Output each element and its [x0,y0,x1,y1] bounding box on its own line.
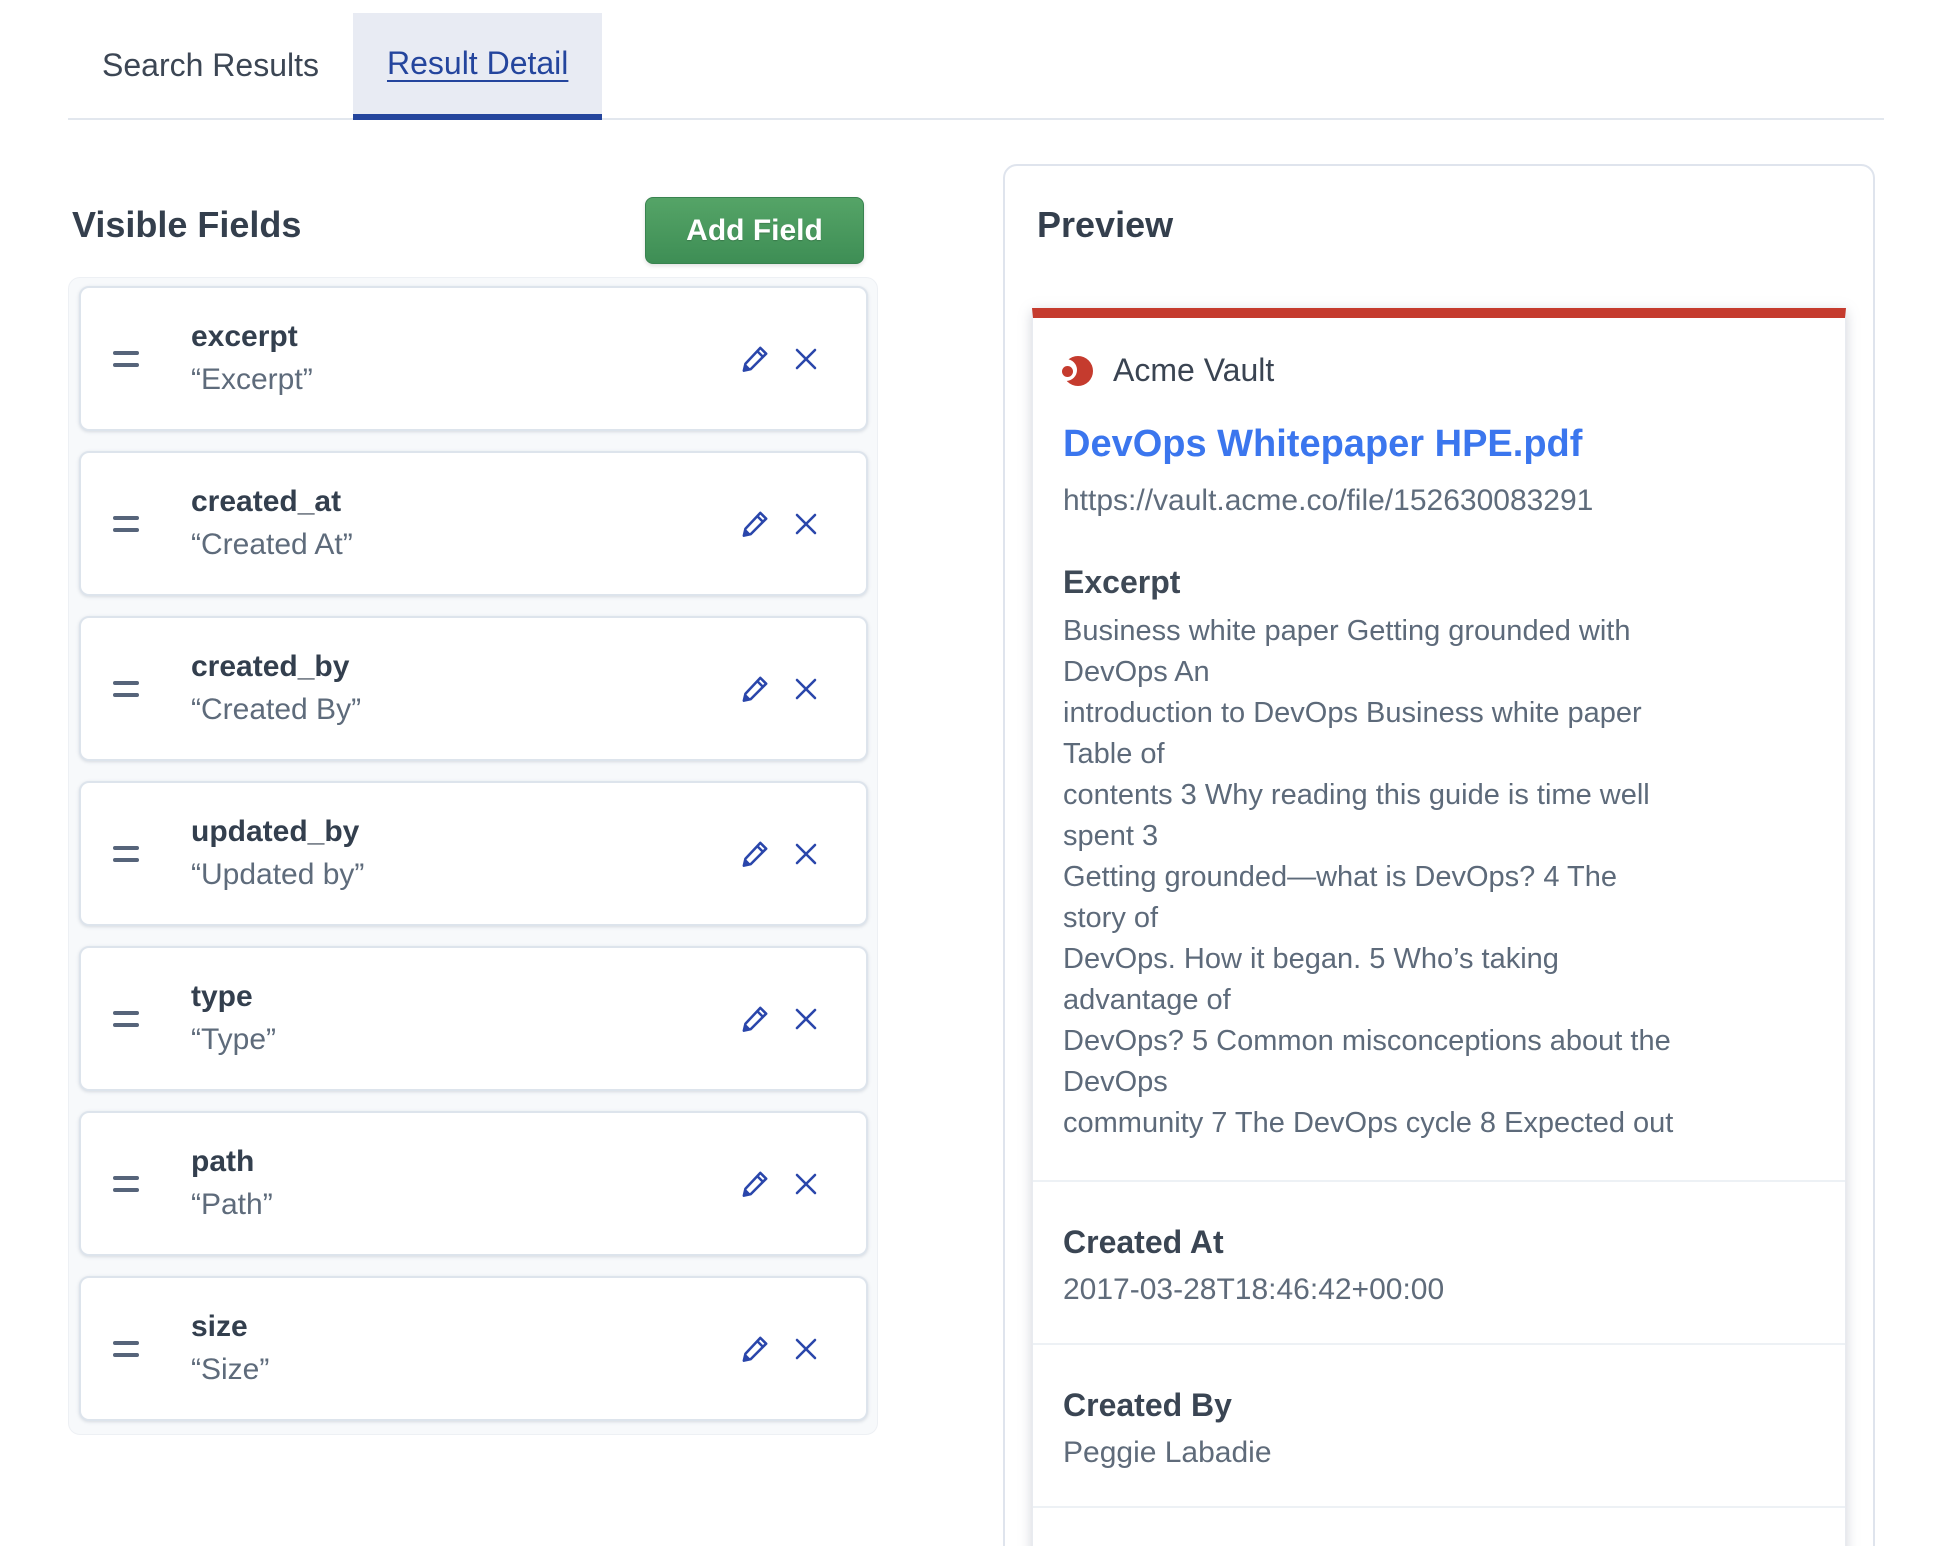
drag-handle-icon[interactable] [113,351,139,367]
close-icon [790,528,822,543]
remove-field-button[interactable] [790,1333,822,1365]
edit-field-button[interactable] [738,1002,772,1036]
meta-section-updated-by: Updated by Peggie Labadie [1063,1506,1815,1546]
preview-title: Preview [1037,204,1873,246]
divider [1033,1506,1845,1508]
meta-section-created-at: Created At 2017-03-28T18:46:42+00:00 [1063,1180,1815,1307]
close-icon [790,363,822,378]
close-icon [790,858,822,873]
pencil-icon [738,859,772,874]
preview-panel: Preview Acme Vault DevOps Whitepaper HPE… [1003,164,1875,1546]
pencil-icon [738,1354,772,1369]
field-text: created_at “Created At” [191,484,353,564]
field-text: updated_by “Updated by” [191,814,364,894]
field-label: “Updated by” [191,856,364,894]
field-name: created_by [191,649,361,685]
field-name: path [191,1144,273,1180]
divider [1033,1343,1845,1345]
remove-field-button[interactable] [790,1003,822,1035]
field-text: excerpt “Excerpt” [191,319,313,399]
field-label: “Path” [191,1186,273,1224]
pencil-icon [738,364,772,379]
field-card-size: size “Size” [79,1276,868,1421]
field-card-created-by: created_by “Created By” [79,616,868,761]
remove-field-button[interactable] [790,508,822,540]
edit-field-button[interactable] [738,342,772,376]
result-url: https://vault.acme.co/file/152630083291 [1063,484,1815,518]
field-card-excerpt: excerpt “Excerpt” [79,286,868,431]
field-name: excerpt [191,319,313,355]
result-preview-card: Acme Vault DevOps Whitepaper HPE.pdf htt… [1032,308,1846,1546]
meta-value: 2017-03-28T18:46:42+00:00 [1063,1273,1815,1307]
edit-field-button[interactable] [738,837,772,871]
drag-handle-icon[interactable] [113,1176,139,1192]
pencil-icon [738,1189,772,1204]
source-name: Acme Vault [1113,352,1274,389]
field-text: path “Path” [191,1144,273,1224]
meta-label: Created At [1063,1224,1815,1261]
pencil-icon [738,529,772,544]
tab-bar: Search Results Result Detail [68,13,1884,120]
pencil-icon [738,1024,772,1039]
field-text: size “Size” [191,1309,269,1389]
field-label: “Created At” [191,526,353,564]
field-name: type [191,979,276,1015]
drag-handle-icon[interactable] [113,1011,139,1027]
visible-fields-title: Visible Fields [72,204,301,246]
remove-field-button[interactable] [790,673,822,705]
field-card-type: type “Type” [79,946,868,1091]
close-icon [790,1353,822,1368]
meta-section-created-by: Created By Peggie Labadie [1063,1343,1815,1470]
field-name: updated_by [191,814,364,850]
tab-result-detail[interactable]: Result Detail [353,13,602,120]
meta-label: Created By [1063,1387,1815,1424]
acme-vault-logo-icon [1063,356,1093,386]
field-label: “Created By” [191,691,361,729]
excerpt-section-label: Excerpt [1063,564,1815,601]
remove-field-button[interactable] [790,343,822,375]
edit-field-button[interactable] [738,1167,772,1201]
field-card-path: path “Path” [79,1111,868,1256]
field-text: type “Type” [191,979,276,1059]
drag-handle-icon[interactable] [113,1341,139,1357]
field-label: “Type” [191,1021,276,1059]
add-field-button[interactable]: Add Field [645,197,864,264]
field-label: “Excerpt” [191,361,313,399]
edit-field-button[interactable] [738,507,772,541]
meta-value: Peggie Labadie [1063,1436,1815,1470]
source-row: Acme Vault [1063,352,1815,389]
field-card-updated-by: updated_by “Updated by” [79,781,868,926]
drag-handle-icon[interactable] [113,681,139,697]
drag-handle-icon[interactable] [113,846,139,862]
field-name: size [191,1309,269,1345]
edit-field-button[interactable] [738,672,772,706]
excerpt-text: Business white paper Getting grounded wi… [1063,611,1683,1144]
result-title-link[interactable]: DevOps Whitepaper HPE.pdf [1063,423,1815,466]
pencil-icon [738,694,772,709]
drag-handle-icon[interactable] [113,516,139,532]
remove-field-button[interactable] [790,1168,822,1200]
visible-fields-list: excerpt “Excerpt” created_at “Created At… [68,277,878,1435]
field-text: created_by “Created By” [191,649,361,729]
tab-search-results[interactable]: Search Results [68,13,353,118]
close-icon [790,1023,822,1038]
edit-field-button[interactable] [738,1332,772,1366]
field-card-created-at: created_at “Created At” [79,451,868,596]
close-icon [790,693,822,708]
close-icon [790,1188,822,1203]
field-name: created_at [191,484,353,520]
field-label: “Size” [191,1351,269,1389]
divider [1033,1180,1845,1182]
remove-field-button[interactable] [790,838,822,870]
